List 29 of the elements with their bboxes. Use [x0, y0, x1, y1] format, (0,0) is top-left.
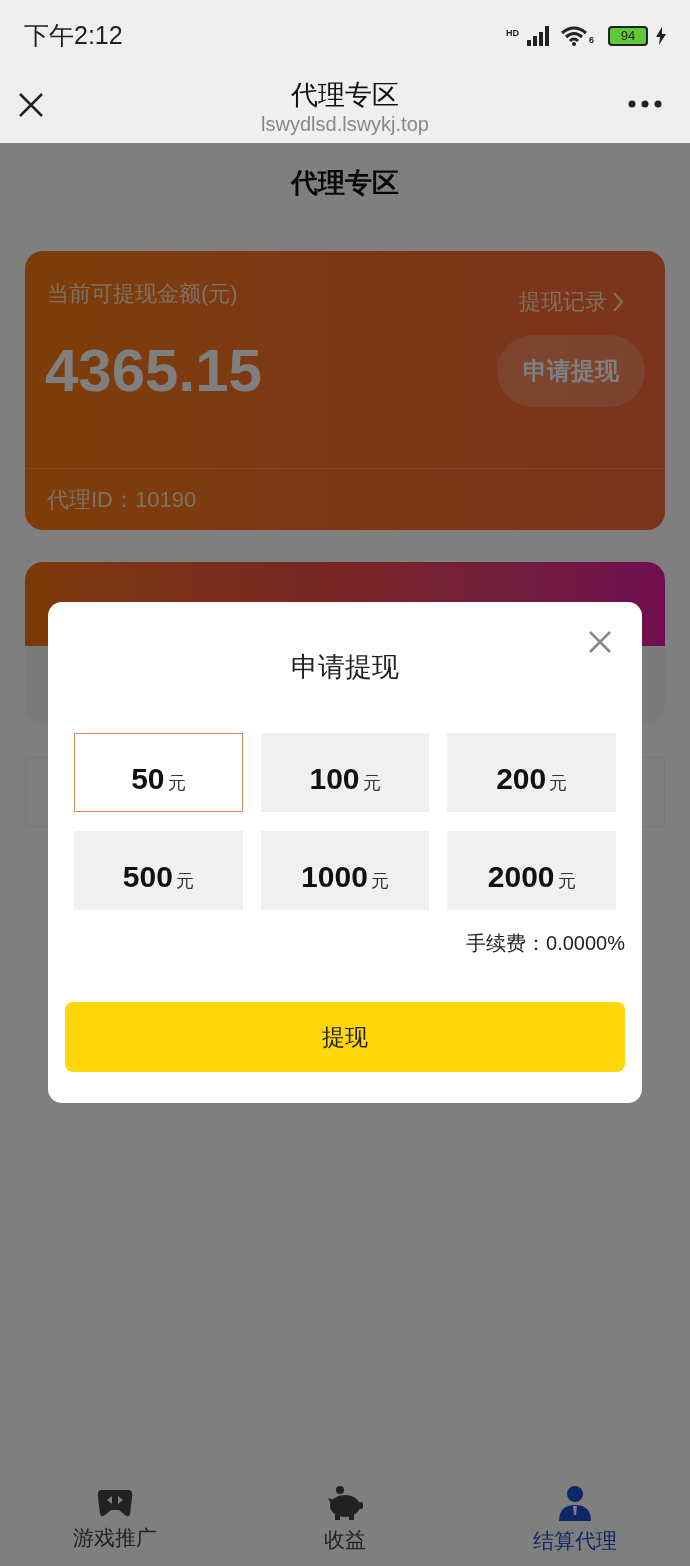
withdraw-submit-button[interactable]: 提现 — [65, 1002, 625, 1072]
amount-option[interactable]: 2000 元 — [447, 831, 616, 910]
amount-option[interactable]: 1000 元 — [260, 831, 430, 910]
amount-option[interactable]: 50 元 — [74, 733, 243, 812]
balance-label: 当前可提现金额(元) — [47, 280, 238, 308]
agent-id: 代理ID：10190 — [47, 486, 197, 514]
page-title: 代理专区 — [291, 166, 399, 200]
network-label: HD — [506, 27, 519, 40]
tab-bar-item[interactable]: 游戏推广 — [0, 1475, 230, 1566]
charging-icon — [656, 27, 666, 45]
piggy-bank-icon — [326, 1485, 364, 1520]
battery-indicator: 94 — [608, 26, 648, 46]
balance-amount: 4365.15 — [45, 336, 262, 406]
more-icon[interactable] — [628, 100, 662, 108]
chevron-right-icon — [613, 291, 623, 312]
browser-url: lswydlsd.lswykj.top — [261, 111, 429, 137]
status-time: 下午2:12 — [24, 20, 123, 52]
amount-option[interactable]: 200 元 — [447, 733, 616, 812]
agent-person-icon — [558, 1484, 592, 1521]
close-icon[interactable] — [18, 92, 44, 118]
wifi-icon — [561, 25, 587, 47]
tab-bar-item[interactable]: 收益 — [230, 1475, 460, 1566]
amount-option[interactable]: 500 元 — [74, 831, 243, 910]
wifi-label: 6 — [589, 33, 594, 47]
gamepad-icon — [97, 1487, 133, 1518]
amount-option[interactable]: 100 元 — [260, 733, 430, 812]
fee-text: 手续费：0.0000% — [466, 931, 625, 956]
browser-title: 代理专区 — [291, 78, 399, 111]
dialog-title: 申请提现 — [291, 650, 399, 684]
